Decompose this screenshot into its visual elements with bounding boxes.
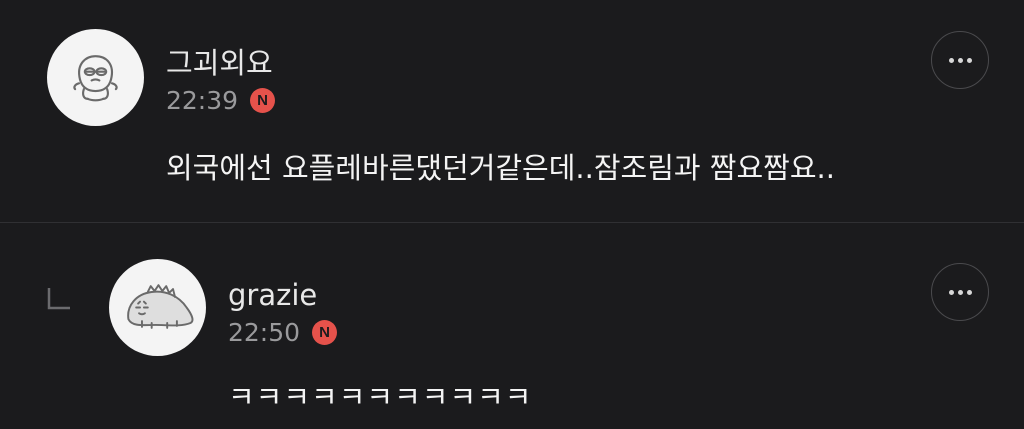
comment-author[interactable]: grazie xyxy=(228,278,317,312)
reply-arrow-icon xyxy=(47,288,70,310)
comment-timestamp: 22:50 xyxy=(228,318,301,347)
more-options-button[interactable] xyxy=(931,263,989,321)
more-options-button[interactable] xyxy=(931,31,989,89)
avatar[interactable] xyxy=(47,29,144,126)
comment-meta: 22:39 N xyxy=(166,86,276,115)
more-options-icon xyxy=(948,57,972,63)
more-options-icon xyxy=(948,289,972,295)
comment-item: 그괴외요 22:39 N 외국에선 요플레바른댔던거같은데..잠조림과 짬요짬요… xyxy=(0,0,1024,222)
comment-text: ㅋㅋㅋㅋㅋㅋㅋㅋㅋㅋㅋ xyxy=(228,380,533,414)
new-badge: N xyxy=(250,88,276,113)
avatar[interactable] xyxy=(109,259,206,356)
comment-meta: 22:50 N xyxy=(228,318,338,347)
new-badge: N xyxy=(312,320,338,345)
comment-text: 외국에선 요플레바른댔던거같은데..잠조림과 짬요짬요.. xyxy=(166,151,835,185)
comment-author[interactable]: 그괴외요 xyxy=(166,40,273,82)
cartoon-dinosaur-icon xyxy=(127,284,194,329)
cartoon-character-icon xyxy=(73,55,118,102)
reply-comment-item: grazie 22:50 N ㅋㅋㅋㅋㅋㅋㅋㅋㅋㅋㅋ xyxy=(0,223,1024,429)
comment-timestamp: 22:39 xyxy=(166,86,239,115)
